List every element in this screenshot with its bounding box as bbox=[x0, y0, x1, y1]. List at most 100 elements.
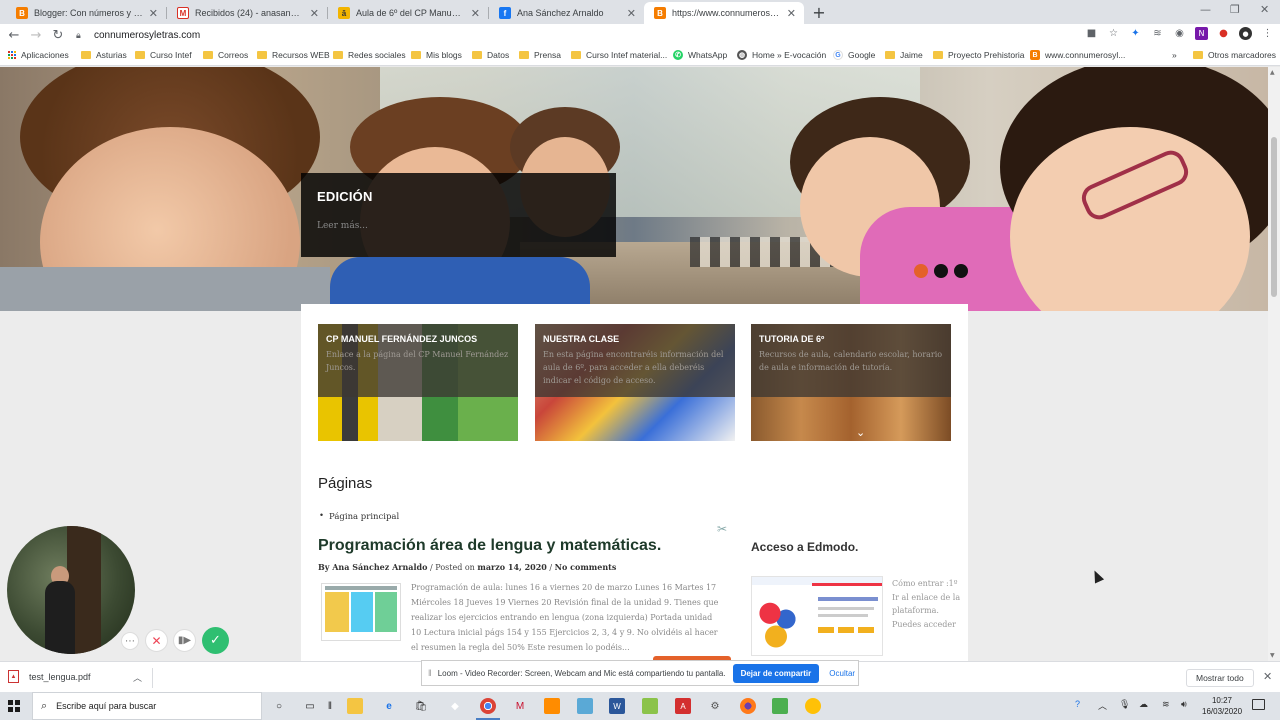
acrobat-icon[interactable]: A bbox=[675, 698, 691, 714]
bookmarks-overflow-button[interactable]: » bbox=[1172, 50, 1177, 60]
bookmark-connumerosyletras[interactable]: Bwww.connumerosyl... bbox=[1030, 50, 1125, 60]
app-icon[interactable] bbox=[544, 698, 560, 714]
star-icon[interactable]: ☆ bbox=[1107, 27, 1120, 40]
taskbar-search-box[interactable]: ⌕ Escribe aquí para buscar bbox=[32, 692, 262, 720]
app-icon[interactable] bbox=[772, 698, 788, 714]
cast-icon[interactable]: ≋ bbox=[1151, 27, 1164, 40]
minimize-icon[interactable]: — bbox=[1200, 3, 1211, 16]
wifi-icon[interactable]: ≋ bbox=[1162, 699, 1170, 710]
tab-facebook[interactable]: f Ana Sánchez Arnaldo ✕ bbox=[489, 2, 644, 24]
mcafee-icon[interactable]: M bbox=[512, 698, 528, 714]
firefox-icon[interactable] bbox=[740, 698, 756, 714]
tab-connumerosyletras[interactable]: B https://www.connumerosyletras. ✕ bbox=[644, 2, 804, 24]
tab-gmail[interactable]: M Recibidos (24) - anasanchezarnal ✕ bbox=[167, 2, 327, 24]
bookmark-prensa[interactable]: Prensa bbox=[519, 50, 561, 60]
stop-sharing-button[interactable]: Dejar de compartir bbox=[732, 663, 820, 683]
close-tab-icon[interactable]: ✕ bbox=[787, 7, 796, 20]
volume-icon[interactable]: 🔊︎ bbox=[1181, 699, 1187, 710]
edge-icon[interactable]: e bbox=[381, 698, 397, 714]
close-tab-icon[interactable]: ✕ bbox=[310, 7, 319, 20]
task-view-icon[interactable]: ▭ bbox=[302, 698, 318, 714]
chevron-up-icon[interactable]: ︿ bbox=[133, 671, 142, 684]
close-downloads-icon[interactable]: ✕ bbox=[1263, 670, 1272, 683]
slider-caption[interactable]: EDICIÓN Leer más... bbox=[301, 173, 616, 257]
bookmark-proyecto-prehistoria[interactable]: Proyecto Prehistoria bbox=[933, 50, 1025, 60]
show-all-button[interactable]: Mostrar todo bbox=[1186, 669, 1254, 687]
more-options-icon[interactable]: ⋯ bbox=[121, 632, 139, 650]
help-icon[interactable]: ? bbox=[1075, 699, 1080, 709]
page-link-principal[interactable]: Página principal bbox=[319, 511, 399, 522]
cortana-icon[interactable]: ○ bbox=[271, 698, 287, 714]
app-icon[interactable] bbox=[577, 698, 593, 714]
menu-icon[interactable]: ⋮ bbox=[1261, 27, 1274, 40]
read-more-link[interactable]: Leer más... bbox=[317, 221, 600, 231]
camera-icon[interactable]: ■ bbox=[1085, 27, 1098, 40]
close-window-icon[interactable]: ✕ bbox=[1260, 3, 1269, 16]
bookmark-e-vocacion[interactable]: ◍ Home » E-vocación bbox=[737, 50, 826, 60]
post-comments[interactable]: No comments bbox=[555, 562, 617, 572]
notifications-icon[interactable] bbox=[1252, 699, 1265, 710]
feature-box-nuestra-clase[interactable]: NUESTRA CLASE En esta página encontraréi… bbox=[535, 324, 735, 441]
restore-icon[interactable]: ❐ bbox=[1230, 3, 1240, 16]
scroll-down-icon[interactable]: ▼ bbox=[1270, 652, 1275, 659]
slider-dot[interactable] bbox=[914, 264, 928, 278]
post-date[interactable]: marzo 14, 2020 bbox=[477, 562, 547, 572]
bookmark-datos[interactable]: Datos bbox=[472, 50, 509, 60]
close-tab-icon[interactable]: ✕ bbox=[627, 7, 636, 20]
app-icon[interactable]: ⚙ bbox=[707, 698, 723, 714]
chevron-down-icon[interactable]: ⌄ bbox=[856, 426, 865, 439]
bookmark-whatsapp[interactable]: ✆ WhatsApp bbox=[673, 50, 727, 60]
close-tab-icon[interactable]: ✕ bbox=[471, 7, 480, 20]
scrollbar-thumb[interactable] bbox=[1271, 137, 1277, 297]
tab-blogger[interactable]: B Blogger: Con números y letras. - ✕ bbox=[6, 2, 166, 24]
word-icon[interactable]: W bbox=[609, 698, 625, 714]
loom-webcam-bubble[interactable] bbox=[7, 526, 135, 654]
windows-start-icon[interactable] bbox=[8, 700, 20, 712]
cloud-icon[interactable]: ☁ bbox=[1139, 699, 1148, 710]
shield-icon[interactable]: ◆ bbox=[447, 698, 463, 714]
slider-dot[interactable] bbox=[954, 264, 968, 278]
tab-aula[interactable]: ā Aula de 6º del CP Manuel Fernán ✕ bbox=[328, 2, 488, 24]
bookmark-aplicaciones[interactable]: Aplicaciones bbox=[8, 50, 69, 60]
page-scrollbar[interactable]: ▲ ▼ bbox=[1268, 67, 1280, 661]
bookmark-google[interactable]: G Google bbox=[833, 50, 875, 60]
pause-recording-icon[interactable]: ▮▶ bbox=[173, 629, 196, 652]
feature-box-tutoria[interactable]: TUTORIA DE 6º Recursos de aula, calendar… bbox=[751, 324, 951, 441]
close-tab-icon[interactable]: ✕ bbox=[149, 7, 158, 20]
back-icon[interactable]: ← bbox=[3, 28, 25, 43]
store-icon[interactable]: 🛍︎ bbox=[413, 698, 429, 714]
taskbar-clock[interactable]: 10:27 16/03/2020 bbox=[1202, 695, 1242, 717]
feature-box-colegio[interactable]: CP MANUEL FERNÁNDEZ JUNCOS Enlace a la p… bbox=[318, 324, 518, 441]
post-title[interactable]: Programación área de lengua y matemática… bbox=[318, 537, 661, 555]
chevron-up-icon[interactable]: ︿ bbox=[1098, 699, 1107, 712]
hide-button[interactable]: Ocultar bbox=[829, 669, 855, 678]
app-icon[interactable] bbox=[805, 698, 821, 714]
app-icon[interactable] bbox=[642, 698, 658, 714]
bookmark-jaime[interactable]: Jaime bbox=[885, 50, 923, 60]
cancel-recording-icon[interactable]: ✕ bbox=[145, 629, 168, 652]
bookmark-otros-marcadores[interactable]: Otros marcadores bbox=[1193, 50, 1276, 60]
bookmark-curso-intef[interactable]: Curso Intef bbox=[135, 50, 192, 60]
post-thumbnail[interactable] bbox=[321, 583, 401, 641]
microphone-icon[interactable]: 🎙︎ bbox=[1119, 699, 1130, 710]
avatar[interactable]: ● bbox=[1239, 27, 1252, 40]
forward-icon[interactable]: → bbox=[25, 28, 47, 43]
slider-dot[interactable] bbox=[934, 264, 948, 278]
extension-icon[interactable]: ✦ bbox=[1129, 27, 1142, 40]
reload-icon[interactable]: ↻ bbox=[47, 28, 69, 43]
chrome-icon[interactable] bbox=[476, 698, 500, 720]
scroll-up-icon[interactable]: ▲ bbox=[1270, 69, 1275, 76]
download-item[interactable]: ▲ test_lengua.pdf bbox=[8, 670, 91, 683]
screenshot-icon[interactable]: ◉ bbox=[1173, 27, 1186, 40]
bookmark-redes-sociales[interactable]: Redes sociales bbox=[333, 50, 406, 60]
bookmark-recursos-web[interactable]: Recursos WEB bbox=[257, 50, 330, 60]
onenote-icon[interactable]: N bbox=[1195, 27, 1208, 40]
chrome-extension-icon[interactable]: ● bbox=[1217, 27, 1230, 40]
new-tab-button[interactable]: + bbox=[810, 3, 828, 22]
drag-handle-icon[interactable]: ‖ bbox=[428, 668, 432, 678]
bookmark-curso-intef-material[interactable]: Curso Intef material... bbox=[571, 50, 667, 60]
file-explorer-icon[interactable] bbox=[347, 698, 363, 714]
post-author[interactable]: By Ana Sánchez Arnaldo bbox=[318, 562, 427, 572]
bookmark-asturias[interactable]: Asturias bbox=[81, 50, 127, 60]
wrench-icon[interactable]: ✂ bbox=[717, 522, 727, 536]
